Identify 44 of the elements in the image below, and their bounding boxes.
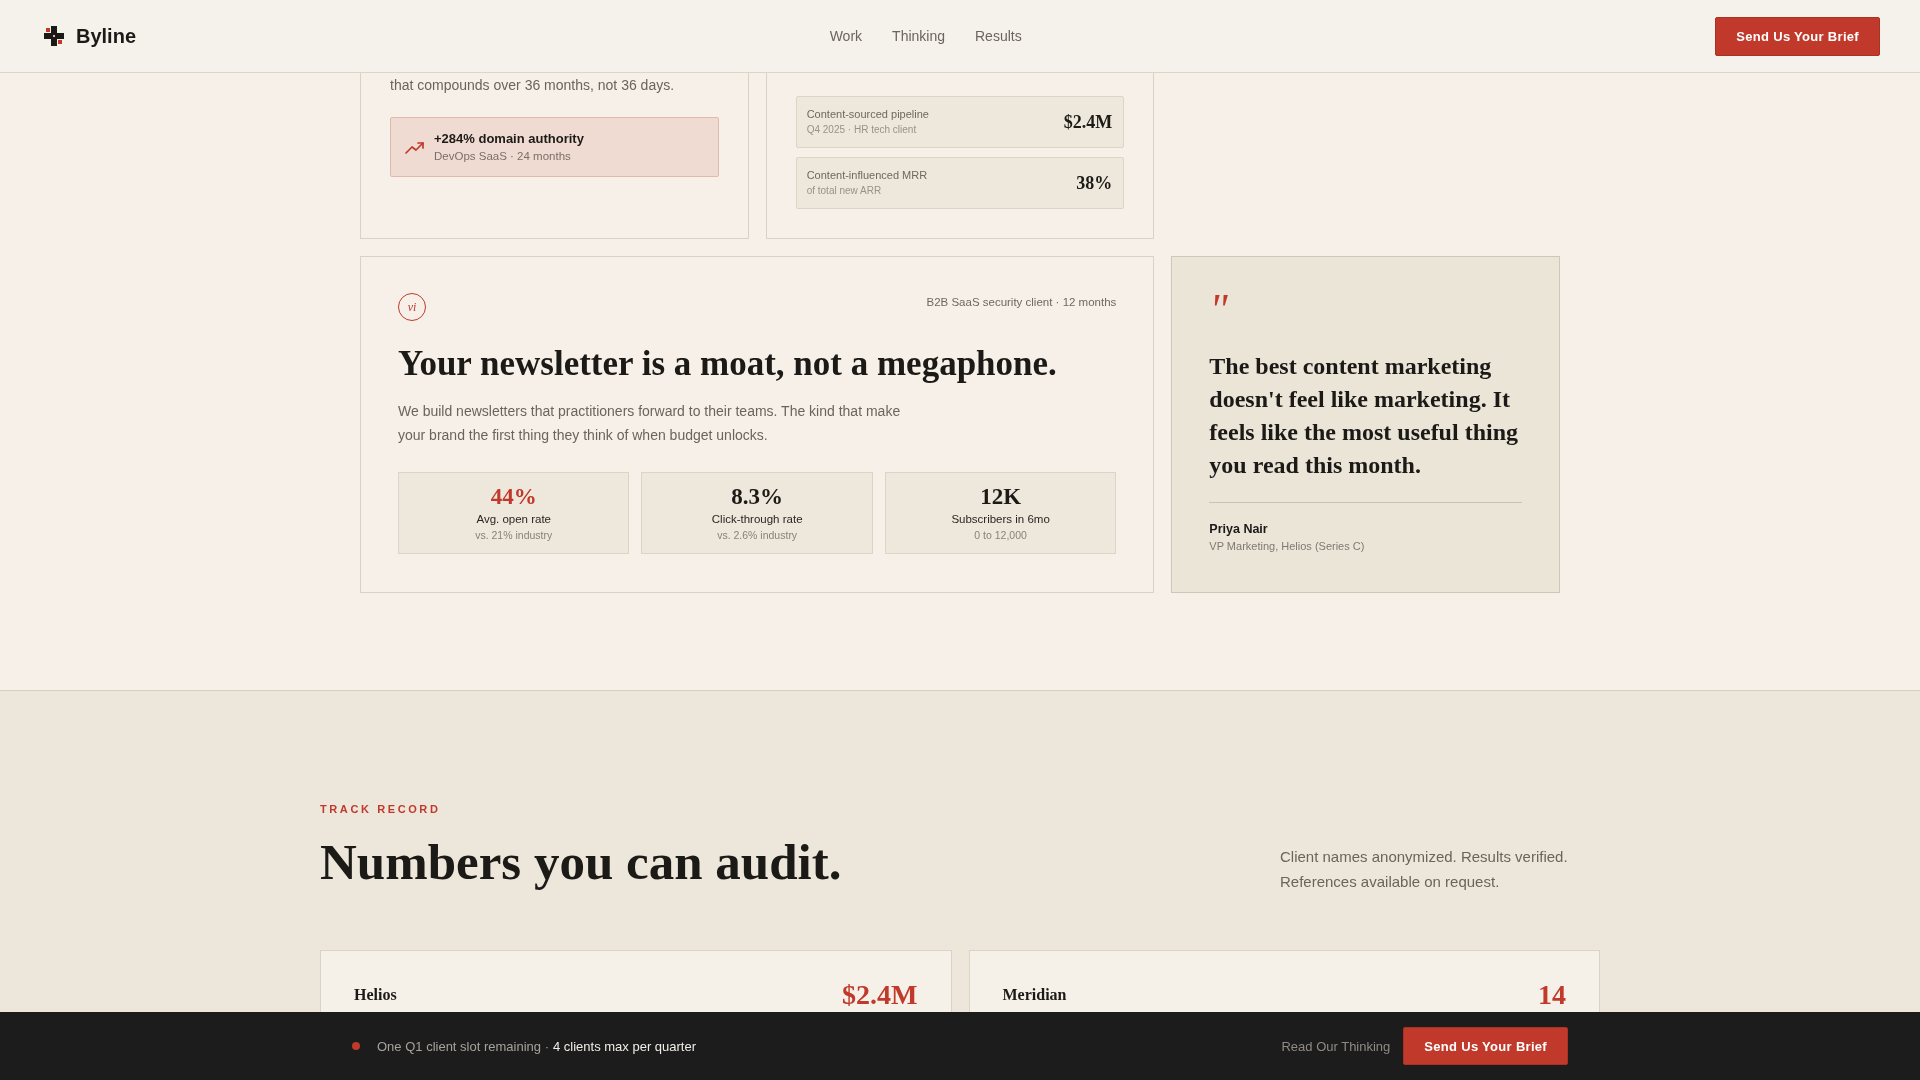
stat-detail: 0 to 12,000	[973, 528, 1028, 543]
nav-link[interactable]: Work	[829, 28, 863, 44]
stat-detail: vs. 2.6% industry	[716, 528, 799, 543]
callout-detail: DevOps SaaS · 24 months	[434, 149, 572, 164]
author-role: VP Marketing, Helios (Series C)	[1209, 539, 1366, 554]
metric-label: Content-sourced pipeline	[806, 107, 929, 122]
metric-detail: Q4 2025 · HR tech client	[806, 123, 918, 137]
stat-detail: vs. 21% industry	[474, 528, 554, 543]
thinking-link[interactable]: Read Our Thinking	[1281, 1038, 1391, 1054]
quote-text: The best content marketing doesn't feel like marketing. It feels like the most useful thing you read this month.	[1209, 352, 1519, 480]
metric-detail: of total new ARR	[806, 184, 883, 198]
stat-label: Subscribers in 6mo	[950, 512, 1051, 527]
nav-link[interactable]: Thinking	[892, 28, 945, 44]
feature-description: We build newsletters that practitioners forward to their teams. The kind that make your brand the first thing they think of when budget unlocks.	[398, 402, 902, 445]
client-name: Meridian	[1002, 986, 1067, 1004]
callout-title: +284% domain authority	[434, 130, 584, 147]
status-dot-icon	[352, 1042, 360, 1050]
cross-logo-icon	[44, 26, 64, 46]
stat-value: 12K	[979, 483, 1023, 511]
result-value: 14	[1538, 979, 1566, 1011]
section-note: Client names anonymized. Results verified. References available on request.	[1280, 847, 1569, 892]
metric-value: $2.4M	[1063, 111, 1113, 133]
feature-heading: Your newsletter is a moat, not a megaphone.	[398, 343, 1058, 385]
client-name: Helios	[354, 986, 397, 1004]
stat-value: 44%	[489, 483, 538, 511]
nav-link[interactable]: Results	[975, 28, 1022, 44]
brief-button[interactable]: Send Us Your Brief	[1715, 16, 1880, 56]
result-value: $2.4M	[842, 979, 918, 1011]
quote-mark: "	[1209, 288, 1228, 332]
availability-text: One Q1 client slot remaining ·	[377, 1038, 549, 1054]
stat-label: Click-through rate	[710, 512, 804, 527]
author-name: Priya Nair	[1209, 521, 1269, 537]
brief-button[interactable]: Send Us Your Brief	[1403, 1027, 1568, 1065]
card-text: that compounds over 36 months, not 36 days.	[390, 76, 676, 95]
stat-value: 8.3%	[730, 483, 785, 511]
brand-name: Byline	[76, 24, 137, 48]
section-heading: Numbers you can audit.	[320, 834, 842, 891]
metric-value: 38%	[1076, 172, 1113, 194]
client-meta: B2B SaaS security client · 12 months	[926, 295, 1117, 309]
metric-label: Content-influenced MRR	[806, 168, 928, 183]
stat-label: Avg. open rate	[475, 512, 552, 527]
section-eyebrow: TRACK RECORD	[320, 802, 441, 816]
trending-up-icon	[405, 140, 424, 154]
capacity-text: 4 clients max per quarter	[552, 1038, 697, 1054]
